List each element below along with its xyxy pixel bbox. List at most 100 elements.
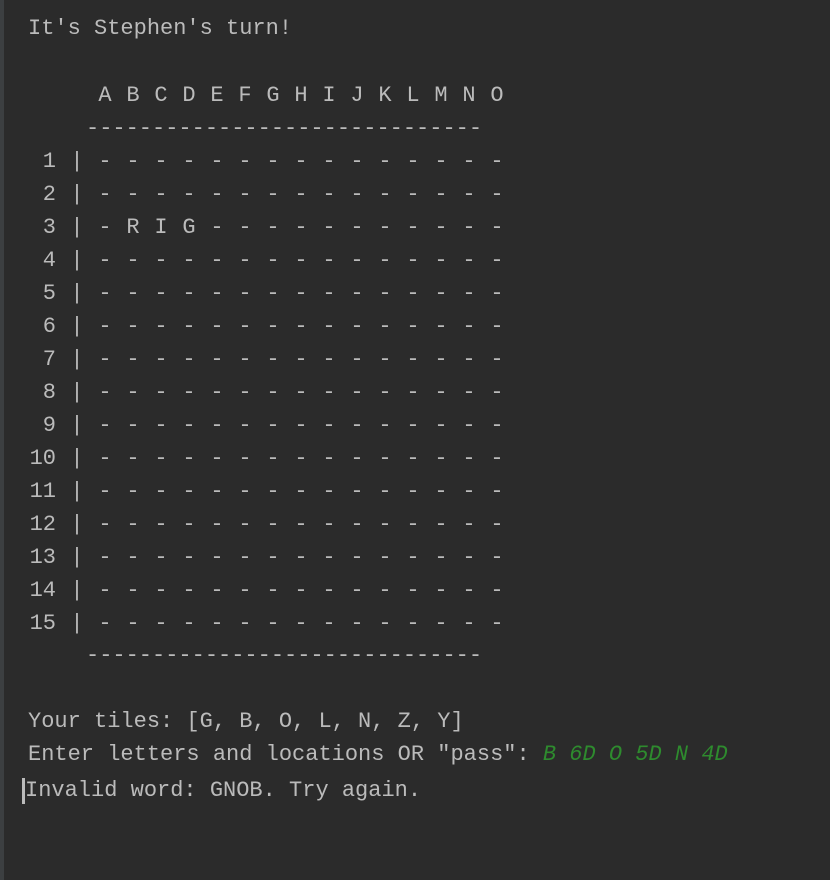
- input-line[interactable]: Enter letters and locations OR "pass": B…: [28, 744, 728, 766]
- board-cell-3l: -: [406, 215, 420, 240]
- board-cell-10d: -: [182, 446, 196, 471]
- board-cell-14m: -: [434, 578, 448, 603]
- board-cell-1f: -: [238, 149, 252, 174]
- board-cell-12h: -: [294, 512, 308, 537]
- board-cell-9g: -: [266, 413, 280, 438]
- board-cell-14f: -: [238, 578, 252, 603]
- board-cell-5k: -: [378, 281, 392, 306]
- board-cell-9b: -: [126, 413, 140, 438]
- row-separator: |: [70, 479, 84, 504]
- board-cell-15m: -: [434, 611, 448, 636]
- board-cell-8k: -: [378, 380, 392, 405]
- board-cell-8h: -: [294, 380, 308, 405]
- board-cell-10f: -: [238, 446, 252, 471]
- board-cell-5o: -: [490, 281, 504, 306]
- board-cell-15k: -: [378, 611, 392, 636]
- board-cell-12i: -: [322, 512, 336, 537]
- board-cell-8l: -: [406, 380, 420, 405]
- board-cell-11o: -: [490, 479, 504, 504]
- row-separator: |: [70, 578, 84, 603]
- board-cell-2l: -: [406, 182, 420, 207]
- board-cell-10l: -: [406, 446, 420, 471]
- board-cell-4f: -: [238, 248, 252, 273]
- text-cursor: [22, 778, 25, 804]
- board-cell-1m: -: [434, 149, 448, 174]
- board-cell-6n: -: [462, 314, 476, 339]
- board-cell-8g: -: [266, 380, 280, 405]
- row-separator: |: [70, 149, 84, 174]
- board-cell-9k: -: [378, 413, 392, 438]
- board-cell-5g: -: [266, 281, 280, 306]
- board-cell-11e: -: [210, 479, 224, 504]
- board-cell-1l: -: [406, 149, 420, 174]
- row-separator: |: [70, 512, 84, 537]
- board-cell-11l: -: [406, 479, 420, 504]
- board-cell-14j: -: [350, 578, 364, 603]
- board-cell-3b: R: [126, 215, 140, 240]
- board-cell-10c: -: [154, 446, 168, 471]
- board-bottom-rule: ------------------------------: [86, 643, 483, 668]
- board-cell-7f: -: [238, 347, 252, 372]
- board-cell-1j: -: [350, 149, 364, 174]
- board-cell-14h: -: [294, 578, 308, 603]
- board-cell-12b: -: [126, 512, 140, 537]
- board-cell-8j: -: [350, 380, 364, 405]
- board-cell-4j: -: [350, 248, 364, 273]
- board-cell-2k: -: [378, 182, 392, 207]
- board-cell-15l: -: [406, 611, 420, 636]
- board-cell-7k: -: [378, 347, 392, 372]
- board-cell-11k: -: [378, 479, 392, 504]
- row-separator: |: [70, 347, 84, 372]
- board-cell-7i: -: [322, 347, 336, 372]
- board-cell-6b: -: [126, 314, 140, 339]
- board-cell-3a: -: [98, 215, 112, 240]
- board-cell-13b: -: [126, 545, 140, 570]
- board-cell-3o: -: [490, 215, 504, 240]
- turn-message: It's Stephen's turn!: [28, 16, 293, 41]
- board-cell-12e: -: [210, 512, 224, 537]
- board-cell-12j: -: [350, 512, 364, 537]
- board-cell-15i: -: [322, 611, 336, 636]
- board-cell-6c: -: [154, 314, 168, 339]
- board-cell-9f: -: [238, 413, 252, 438]
- board-cell-2f: -: [238, 182, 252, 207]
- board-cell-10b: -: [126, 446, 140, 471]
- board-cell-13l: -: [406, 545, 420, 570]
- board-cell-2m: -: [434, 182, 448, 207]
- row-label-14: 14: [29, 578, 56, 603]
- board-cell-7n: -: [462, 347, 476, 372]
- board-cell-11f: -: [238, 479, 252, 504]
- board-cell-5m: -: [434, 281, 448, 306]
- board-cell-2j: -: [350, 182, 364, 207]
- board-cell-4d: -: [182, 248, 196, 273]
- board-cell-8b: -: [126, 380, 140, 405]
- board-cell-15o: -: [490, 611, 504, 636]
- board-cell-9n: -: [462, 413, 476, 438]
- board-cell-14g: -: [266, 578, 280, 603]
- board-cell-10o: -: [490, 446, 504, 471]
- board-cell-2a: -: [98, 182, 112, 207]
- column-label-k: K: [378, 83, 392, 108]
- board-cell-7g: -: [266, 347, 280, 372]
- user-input-text[interactable]: B 6D O 5D N 4D: [543, 742, 728, 767]
- board-cell-14l: -: [406, 578, 420, 603]
- board-cell-6o: -: [490, 314, 504, 339]
- row-label-5: 5: [42, 281, 56, 306]
- board-cell-11h: -: [294, 479, 308, 504]
- board-cell-12l: -: [406, 512, 420, 537]
- board-cell-14b: -: [126, 578, 140, 603]
- board-cell-10m: -: [434, 446, 448, 471]
- row-separator: |: [70, 314, 84, 339]
- board-cell-12d: -: [182, 512, 196, 537]
- row-label-10: 10: [29, 446, 56, 471]
- board-cell-6l: -: [406, 314, 420, 339]
- board-cell-1n: -: [462, 149, 476, 174]
- board-cell-13f: -: [238, 545, 252, 570]
- board-cell-10h: -: [294, 446, 308, 471]
- row-separator: |: [70, 545, 84, 570]
- board-cell-10j: -: [350, 446, 364, 471]
- board-cell-11a: -: [98, 479, 112, 504]
- board-cell-12m: -: [434, 512, 448, 537]
- board-cell-9a: -: [98, 413, 112, 438]
- board-cell-10n: -: [462, 446, 476, 471]
